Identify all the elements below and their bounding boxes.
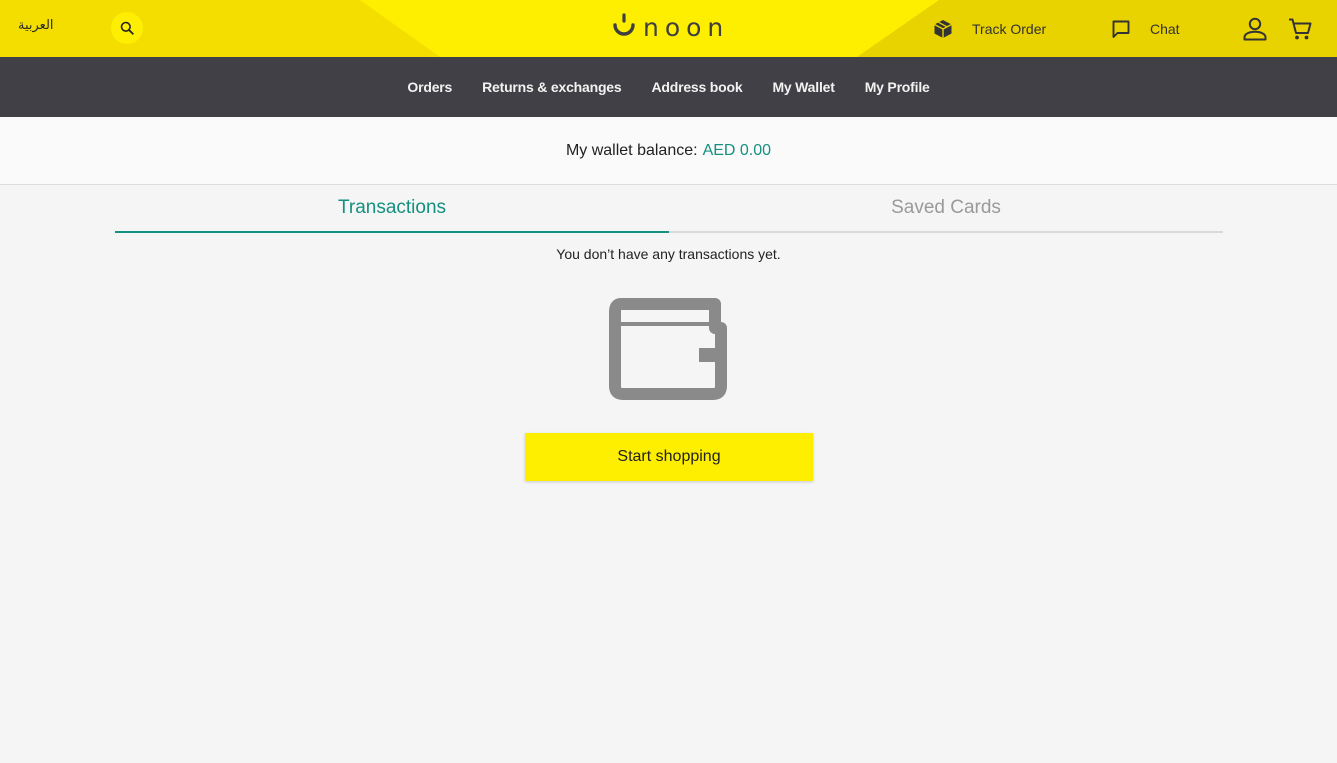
wallet-balance-label: My wallet balance:: [565, 141, 698, 159]
start-shopping-button[interactable]: Start shopping: [525, 433, 813, 481]
wallet-icon: [607, 296, 731, 407]
logo-text: noon: [643, 12, 730, 42]
nav-item-orders[interactable]: Orders: [407, 79, 452, 95]
noon-logo-mark-icon: [613, 13, 635, 36]
account-nav: Orders Returns & exchanges Address book …: [0, 57, 1337, 117]
cart-button[interactable]: [1287, 0, 1313, 57]
language-switch-link[interactable]: العربية: [18, 18, 54, 33]
wallet-tabs: Transactions Saved Cards: [115, 185, 1223, 233]
chat-label: Chat: [1150, 20, 1180, 37]
tab-saved-cards[interactable]: Saved Cards: [669, 185, 1223, 231]
nav-item-my-wallet[interactable]: My Wallet: [772, 79, 834, 95]
top-header: العربية noon Track Order Chat: [0, 0, 1337, 57]
wallet-balance-amount: AED 0.00: [702, 141, 772, 159]
noon-logo[interactable]: noon: [611, 12, 729, 42]
tab-transactions[interactable]: Transactions: [115, 185, 669, 233]
wallet-balance-bar: My wallet balance: AED 0.00: [0, 117, 1337, 185]
cart-icon: [1289, 18, 1312, 39]
package-icon: [934, 19, 952, 38]
chat-link[interactable]: Chat: [1110, 0, 1180, 57]
nav-item-my-profile[interactable]: My Profile: [865, 79, 930, 95]
nav-item-returns[interactable]: Returns & exchanges: [482, 79, 622, 95]
nav-item-address-book[interactable]: Address book: [651, 79, 742, 95]
search-button[interactable]: [111, 12, 143, 44]
account-button[interactable]: [1241, 0, 1269, 57]
chat-bubble-icon: [1112, 20, 1130, 38]
track-order-link[interactable]: Track Order: [932, 0, 1046, 57]
empty-transactions-message: You don’t have any transactions yet.: [556, 246, 781, 262]
search-icon: [120, 21, 134, 35]
header-shade-left: [0, 0, 440, 57]
user-icon: [1243, 17, 1267, 40]
track-order-label: Track Order: [972, 20, 1047, 37]
